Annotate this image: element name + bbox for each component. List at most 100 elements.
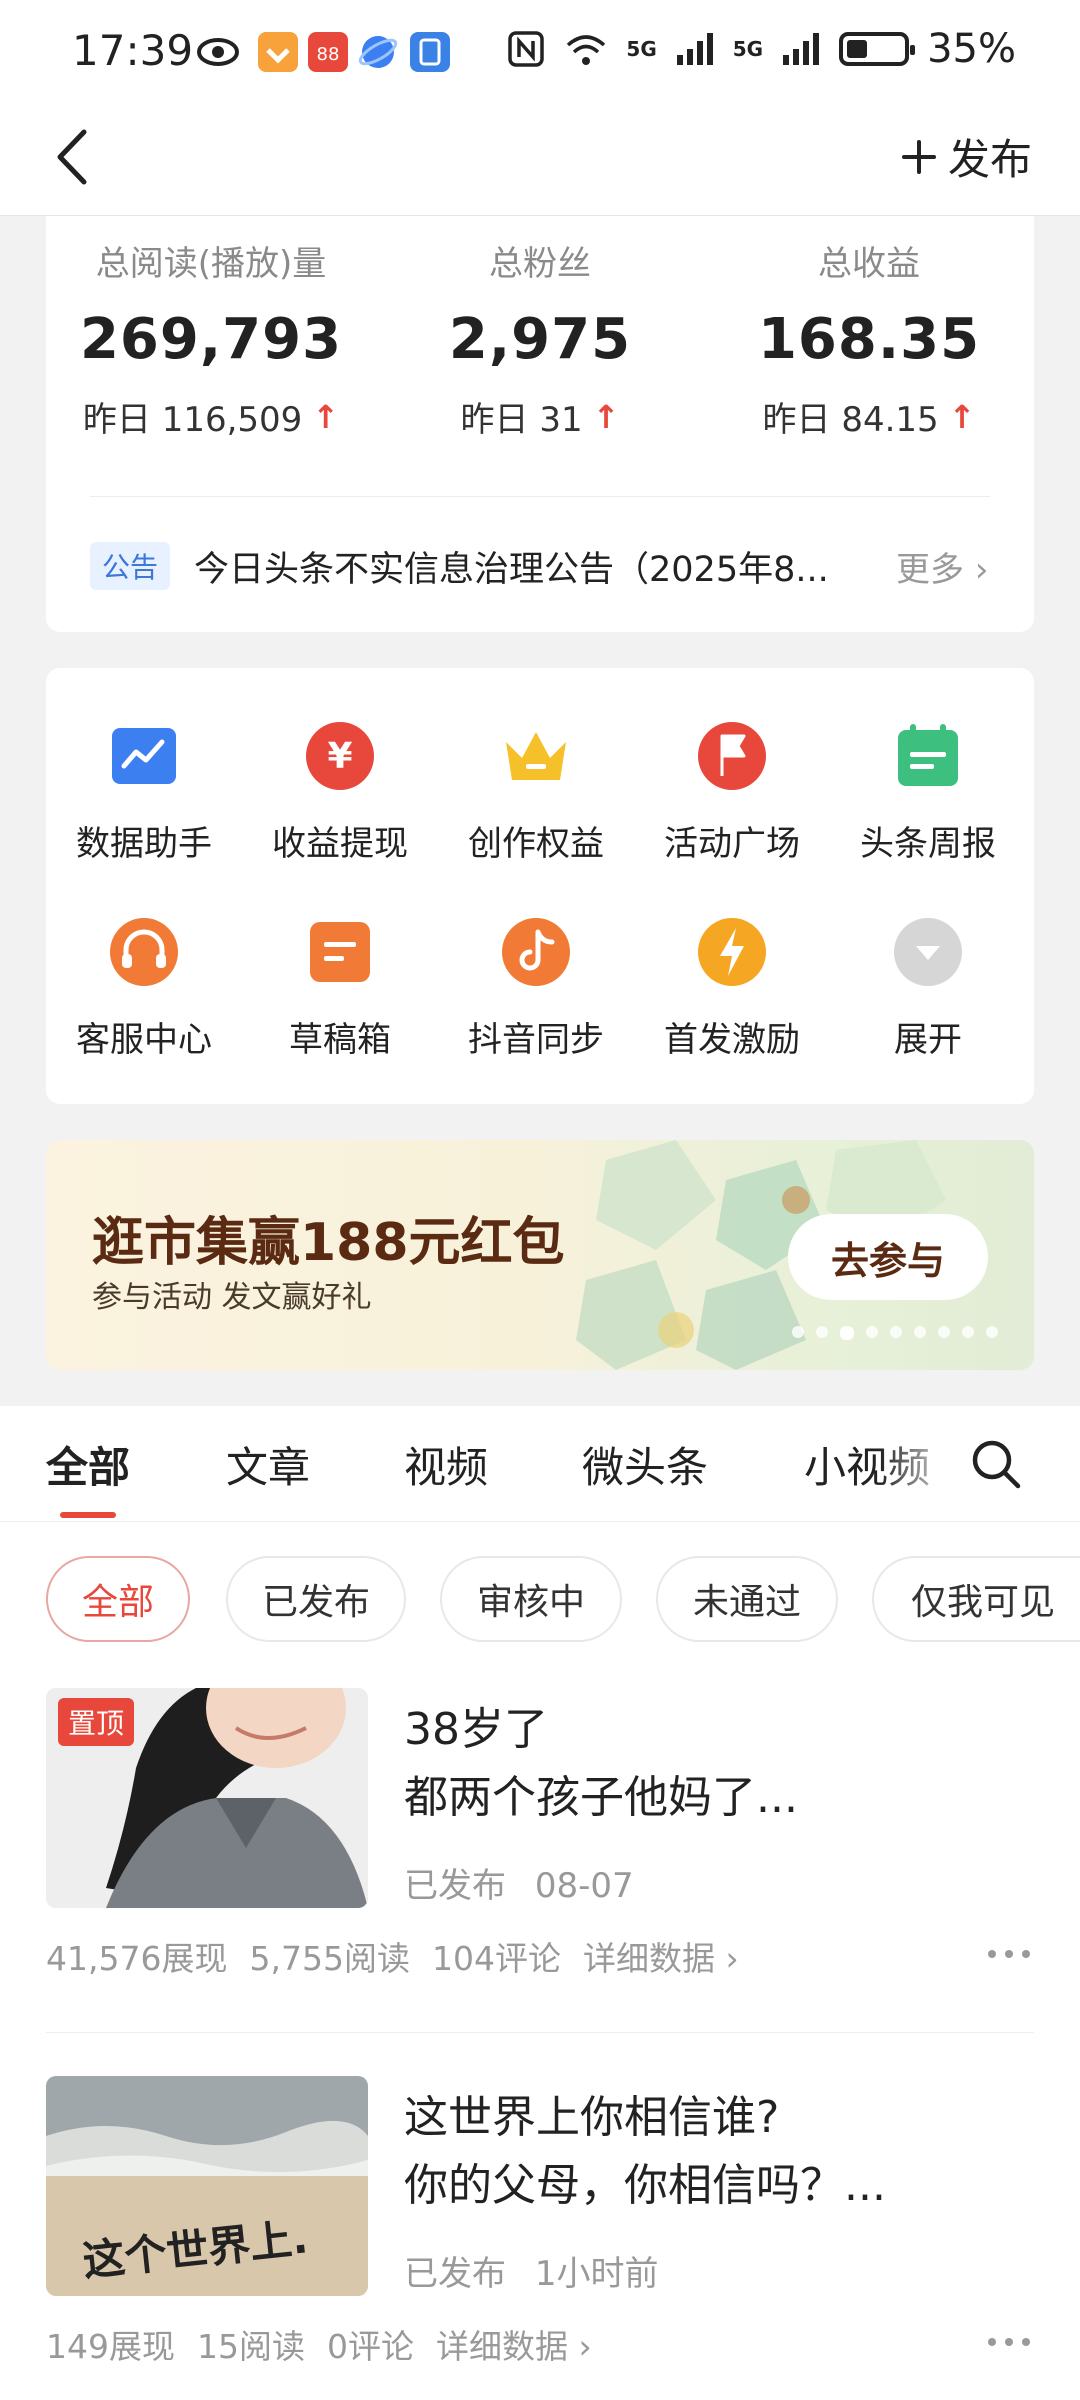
tool-drafts[interactable]: 草稿箱 bbox=[242, 914, 438, 1061]
stat-label: 总收益 bbox=[818, 244, 920, 284]
more-options-icon[interactable] bbox=[984, 1944, 1034, 1964]
post-reads: 15阅读 bbox=[197, 2327, 305, 2366]
plus-icon bbox=[901, 139, 936, 174]
post-meta: 已发布 08-07 bbox=[404, 1858, 634, 1907]
post-title-line1: 38岁了 bbox=[404, 1704, 548, 1755]
pagination-dot bbox=[792, 1326, 804, 1338]
status-bar: 17:39 88 5G 5G 35% bbox=[0, 0, 1080, 100]
post-title[interactable]: 38岁了 都两个孩子他妈了... bbox=[404, 1696, 1024, 1832]
app-notification-icon bbox=[258, 32, 298, 72]
tool-label: 草稿箱 bbox=[289, 1020, 391, 1060]
tool-customer-service[interactable]: 客服中心 bbox=[46, 914, 242, 1061]
tool-label: 活动广场 bbox=[664, 824, 800, 864]
flag-icon bbox=[698, 722, 766, 790]
stat-value: 168.35 bbox=[757, 307, 981, 372]
back-icon[interactable] bbox=[40, 122, 110, 192]
stat-total-earnings[interactable]: 总收益 168.35 昨日 84.15 ↑ bbox=[704, 236, 1034, 441]
post-detail-link[interactable]: 详细数据 › bbox=[583, 1932, 739, 1980]
search-icon[interactable] bbox=[968, 1436, 1024, 1492]
stat-yesterday-text: 昨日 116,509 bbox=[82, 400, 303, 440]
douyin-icon bbox=[502, 918, 570, 986]
tool-label: 收益提现 bbox=[272, 824, 408, 864]
join-button[interactable]: 去参与 bbox=[788, 1214, 988, 1300]
battery-icon bbox=[839, 32, 916, 66]
status-time: 17:39 bbox=[72, 26, 194, 75]
network-type-1: 5G bbox=[626, 37, 657, 61]
status-right: 5G 5G 35% bbox=[506, 26, 1016, 72]
tool-weekly-report[interactable]: 头条周报 bbox=[830, 718, 1026, 865]
pinned-tag: 置顶 bbox=[58, 1698, 135, 1746]
network-type-2: 5G bbox=[732, 37, 764, 61]
tool-expand[interactable]: 展开 bbox=[830, 914, 1026, 1061]
stat-total-fans[interactable]: 总粉丝 2,975 昨日 31 ↑ bbox=[375, 236, 705, 441]
divider bbox=[90, 496, 990, 497]
promo-banner[interactable]: 逛市集赢188元红包 参与活动 发文赢好礼 去参与 bbox=[46, 1140, 1034, 1370]
security-app-icon bbox=[410, 32, 450, 72]
post-item[interactable]: 置顶 38岁了 都两个孩子他妈了... 已发布 08-07 41,576展现 5… bbox=[46, 1688, 1034, 2033]
pagination-dot bbox=[866, 1326, 878, 1338]
expand-icon bbox=[894, 918, 962, 986]
post-detail-label: 详细数据 bbox=[436, 2327, 568, 2366]
arrow-up-icon: ↑ bbox=[948, 397, 976, 436]
tab-articles[interactable]: 文章 bbox=[226, 1434, 310, 1495]
wifi-icon bbox=[567, 35, 606, 65]
notice-text[interactable]: 今日头条不实信息治理公告（2025年8... bbox=[194, 541, 884, 592]
nav-bar: 发布 bbox=[0, 100, 1080, 216]
post-detail-link[interactable]: 详细数据 › bbox=[436, 2320, 592, 2368]
svg-text:¥: ¥ bbox=[327, 736, 352, 777]
publish-button[interactable]: 发布 bbox=[900, 126, 1032, 187]
tool-label: 首发激励 bbox=[664, 1020, 800, 1060]
stat-value: 269,793 bbox=[79, 307, 343, 372]
tool-creator-benefits[interactable]: 创作权益 bbox=[438, 718, 634, 865]
stat-label: 总阅读(播放)量 bbox=[95, 244, 327, 284]
eye-icon bbox=[197, 38, 239, 66]
tool-data-assistant[interactable]: 数据助手 bbox=[46, 718, 242, 865]
post-title-line1: 这世界上你相信谁? bbox=[404, 2092, 780, 2143]
tool-label: 头条周报 bbox=[860, 824, 996, 864]
post-meta: 已发布 1小时前 bbox=[404, 2246, 658, 2295]
tools-card: 数据助手 ¥ 收益提现 创作权益 活动广场 头条周报 客服中心 草稿箱 抖音同步… bbox=[46, 668, 1034, 1104]
signal-icon-2 bbox=[783, 33, 820, 65]
browser-icon bbox=[358, 36, 398, 68]
nfc-icon bbox=[508, 31, 545, 67]
notice-more-link[interactable]: 更多 › bbox=[896, 542, 988, 591]
filter-chip-rejected[interactable]: 未通过 bbox=[656, 1556, 838, 1642]
tool-label: 展开 bbox=[894, 1020, 962, 1060]
tool-earnings-withdraw[interactable]: ¥ 收益提现 bbox=[242, 718, 438, 865]
tab-all[interactable]: 全部 bbox=[46, 1434, 130, 1495]
pagination-dot bbox=[986, 1326, 998, 1338]
tab-micro-posts[interactable]: 微头条 bbox=[582, 1434, 708, 1495]
tool-douyin-sync[interactable]: 抖音同步 bbox=[438, 914, 634, 1061]
post-comments: 104评论 bbox=[431, 1939, 561, 1978]
banner-subtitle: 参与活动 发文赢好礼 bbox=[92, 1280, 372, 1315]
post-impressions: 41,576展现 bbox=[46, 1939, 228, 1978]
post-title-line2: 都两个孩子他妈了... bbox=[404, 1772, 798, 1823]
tool-activity-plaza[interactable]: 活动广场 bbox=[634, 718, 830, 865]
tool-first-publish-incentive[interactable]: 首发激励 bbox=[634, 914, 830, 1061]
battery-percent: 35% bbox=[927, 26, 1016, 72]
pagination-dot bbox=[890, 1326, 902, 1338]
stat-yesterday-text: 昨日 31 bbox=[460, 400, 583, 440]
stat-yesterday: 昨日 116,509 ↑ bbox=[46, 392, 376, 441]
tool-label: 抖音同步 bbox=[468, 1020, 604, 1060]
filter-chip-private[interactable]: 仅我可见 bbox=[872, 1556, 1080, 1642]
tab-videos[interactable]: 视频 bbox=[404, 1434, 488, 1495]
post-time: 1小时前 bbox=[534, 2254, 659, 2294]
signal-icon-1 bbox=[676, 33, 713, 65]
filter-chip-published[interactable]: 已发布 bbox=[226, 1556, 406, 1642]
post-title[interactable]: 这世界上你相信谁? 你的父母，你相信吗？... bbox=[404, 2084, 1024, 2220]
notice-more-label: 更多 bbox=[896, 549, 965, 590]
post-thumbnail[interactable]: 这个世界上. bbox=[46, 2076, 368, 2296]
filter-chip-reviewing[interactable]: 审核中 bbox=[440, 1556, 622, 1642]
shopping-app-icon: 88 bbox=[308, 32, 348, 72]
content-tabs: 全部 文章 视频 微头条 小视频 bbox=[0, 1406, 1080, 1522]
post-thumbnail[interactable]: 置顶 bbox=[46, 1688, 368, 1908]
filter-chip-all[interactable]: 全部 bbox=[46, 1556, 190, 1642]
post-item[interactable]: 这个世界上. 这世界上你相信谁? 你的父母，你相信吗？... 已发布 1小时前 … bbox=[46, 2076, 1034, 2396]
more-options-icon[interactable] bbox=[984, 2332, 1034, 2352]
post-stats: 41,576展现 5,755阅读 104评论 详细数据 › bbox=[46, 1932, 739, 1980]
notice-bar[interactable]: 公告 今日头条不实信息治理公告（2025年8... 更多 › bbox=[90, 536, 994, 596]
stat-yesterday: 昨日 84.15 ↑ bbox=[704, 392, 1034, 441]
stat-total-reads[interactable]: 总阅读(播放)量 269,793 昨日 116,509 ↑ bbox=[46, 236, 376, 441]
arrow-up-icon: ↑ bbox=[592, 397, 620, 436]
